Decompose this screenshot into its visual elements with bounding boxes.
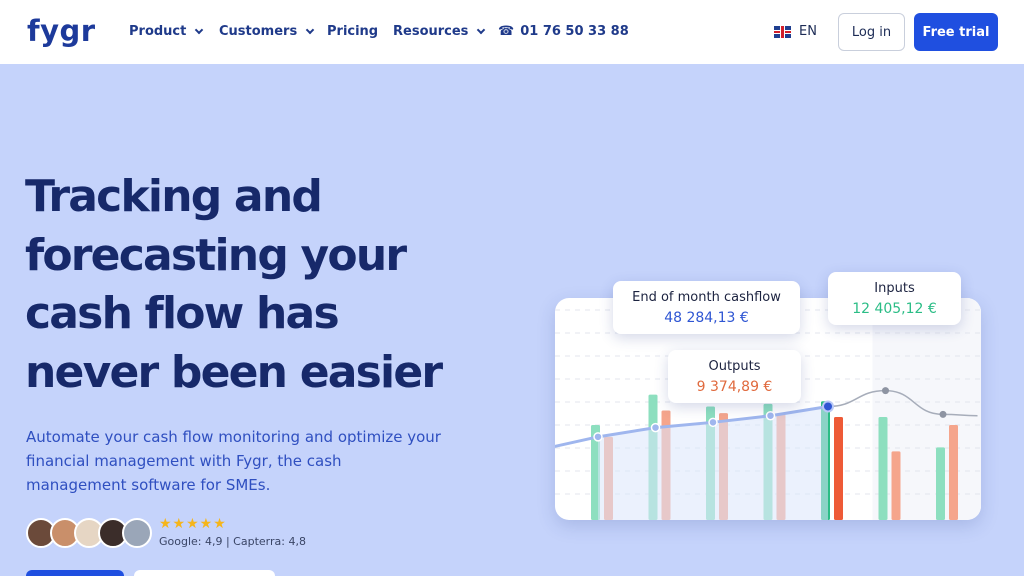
language-selector[interactable]: EN [774, 23, 817, 41]
cashflow-tooltip: End of month cashflow 48 284,13 € [613, 281, 800, 334]
cashflow-tooltip-value: 48 284,13 € [664, 310, 749, 326]
nav-pricing-label: Pricing [327, 24, 379, 39]
inputs-bar [936, 447, 945, 520]
uk-flag-icon [774, 26, 791, 38]
nav-customers[interactable]: Customers [219, 23, 315, 41]
cashflow-point [765, 410, 776, 421]
nav-customers-label: Customers [219, 24, 298, 39]
phone-number: 01 76 50 33 88 [520, 24, 629, 39]
ratings-text: Google: 4,9 | Capterra: 4,8 [159, 535, 306, 548]
language-code: EN [799, 24, 817, 39]
nav-pricing[interactable]: Pricing [327, 23, 378, 41]
nav-resources[interactable]: Resources [393, 23, 486, 41]
cashflow-point [593, 432, 603, 442]
top-navigation: fygr Product Customers Pricing Resources… [0, 0, 1024, 64]
cashflow-tooltip-label: End of month cashflow [632, 290, 781, 305]
outputs-bar [834, 417, 843, 520]
inputs-bar [878, 417, 888, 520]
cashflow-point [650, 422, 661, 433]
inputs-tooltip-value: 12 405,12 € [852, 301, 937, 317]
outputs-bar [891, 451, 901, 520]
logo[interactable]: fygr [27, 14, 96, 48]
outputs-bar [949, 424, 958, 520]
primary-cta-button[interactable] [26, 570, 124, 576]
nav-resources-label: Resources [393, 24, 469, 39]
rating-stars-icon: ★★★★★ [159, 516, 227, 532]
chevron-down-icon [195, 25, 204, 35]
chevron-down-icon [305, 25, 315, 35]
forecast-point [882, 387, 889, 395]
hero-subtitle: Automate your cash flow monitoring and o… [26, 428, 441, 494]
phone-link[interactable]: ☎ 01 76 50 33 88 [498, 23, 629, 41]
nav-product-label: Product [129, 24, 187, 39]
nav-product[interactable]: Product [129, 23, 204, 41]
outputs-tooltip: Outputs 9 374,89 € [668, 350, 801, 403]
hero-title: Tracking and forecasting your cash flow … [25, 171, 443, 398]
chevron-down-icon [477, 25, 486, 35]
cashflow-point [708, 417, 718, 428]
inputs-tooltip: Inputs 12 405,12 € [828, 272, 961, 325]
cashflow-point-selected [822, 400, 834, 413]
outputs-tooltip-value: 9 374,89 € [696, 379, 773, 395]
inputs-tooltip-label: Inputs [874, 281, 915, 296]
forecast-point [939, 410, 947, 418]
forecast-region [872, 298, 981, 520]
free-trial-button[interactable]: Free trial [914, 13, 998, 51]
customer-avatars [26, 518, 152, 548]
secondary-cta-button[interactable] [134, 570, 275, 576]
outputs-tooltip-label: Outputs [708, 359, 761, 374]
login-button[interactable]: Log in [838, 13, 905, 51]
phone-icon: ☎ [498, 24, 515, 39]
avatar [122, 518, 152, 548]
